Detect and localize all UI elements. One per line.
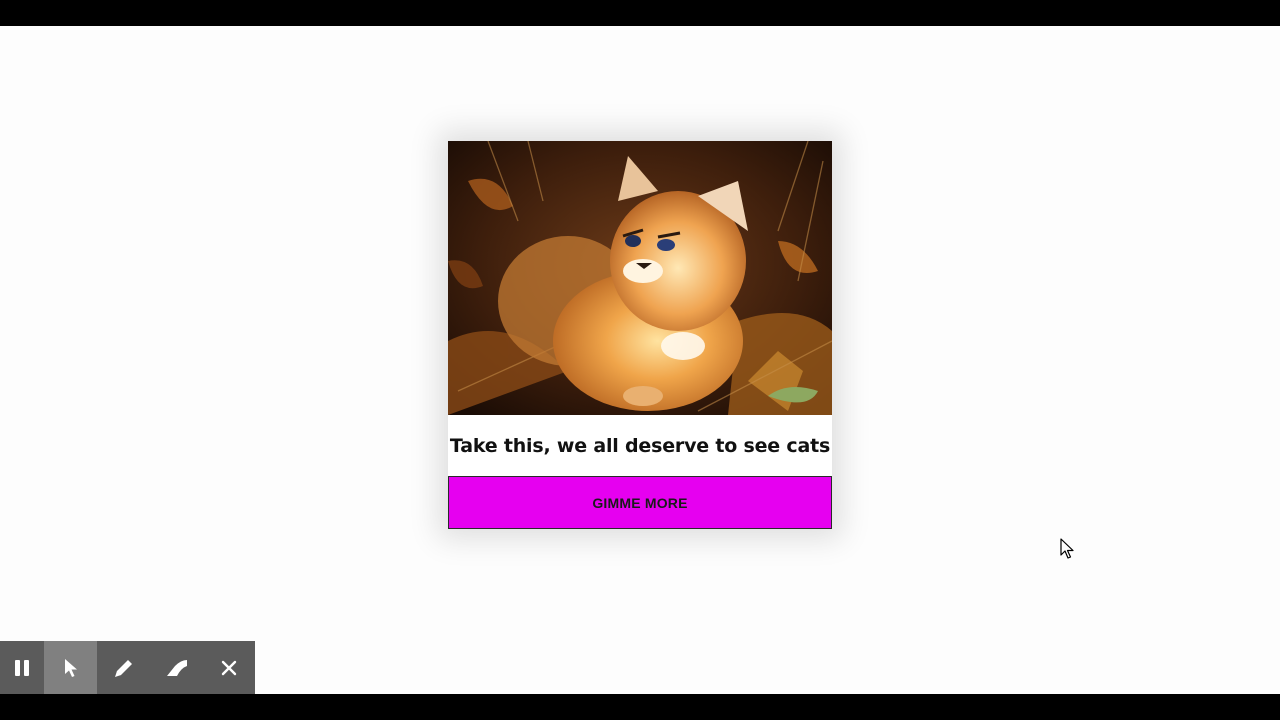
cat-photo-illustration: [448, 141, 832, 415]
pointer-icon: [64, 658, 77, 677]
pause-icon: [15, 659, 29, 676]
eraser-icon: [166, 659, 187, 676]
cat-image: [448, 141, 832, 415]
page-background: Take this, we all deserve to see cats GI…: [0, 26, 1280, 694]
eraser-tool-button[interactable]: [150, 641, 203, 694]
pause-button[interactable]: [0, 641, 44, 694]
close-icon: [221, 660, 237, 675]
gimme-more-button[interactable]: GIMME MORE: [448, 476, 832, 529]
pointer-tool-button[interactable]: [44, 641, 97, 694]
cat-card: Take this, we all deserve to see cats GI…: [448, 141, 832, 529]
mouse-cursor-icon: [1060, 538, 1074, 559]
pen-tool-button[interactable]: [97, 641, 150, 694]
pen-icon: [114, 659, 132, 677]
annotation-toolbar: [0, 641, 255, 694]
close-toolbar-button[interactable]: [203, 641, 255, 694]
card-caption: Take this, we all deserve to see cats: [449, 434, 831, 457]
